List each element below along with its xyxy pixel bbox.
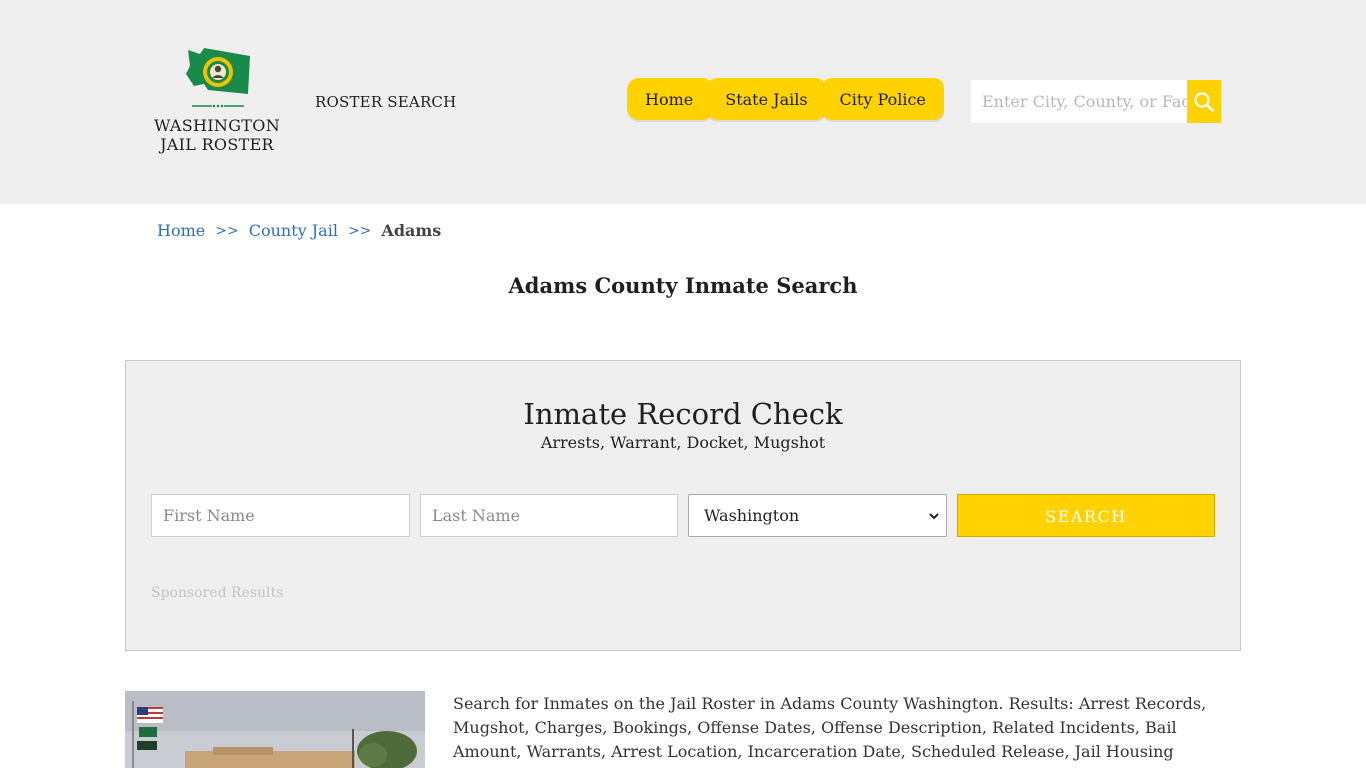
search-icon bbox=[1194, 91, 1214, 112]
site-search bbox=[971, 80, 1221, 123]
state-select[interactable]: Washington bbox=[688, 494, 947, 537]
logo-line-2: JAIL ROSTER bbox=[160, 135, 274, 154]
site-header: WASHINGTON JAIL ROSTER ROSTER SEARCH Hom… bbox=[0, 0, 1366, 204]
breadcrumb-separator: >> bbox=[215, 222, 239, 239]
breadcrumb: Home >> County Jail >> Adams bbox=[157, 221, 441, 240]
inmate-record-check-panel: Inmate Record Check Arrests, Warrant, Do… bbox=[125, 360, 1241, 651]
last-name-field[interactable] bbox=[420, 494, 678, 537]
page-title: Adams County Inmate Search bbox=[508, 273, 858, 298]
county-description: Search for Inmates on the Jail Roster in… bbox=[453, 694, 1207, 768]
sponsored-results-label: Sponsored Results bbox=[151, 585, 284, 601]
breadcrumb-county-jail[interactable]: County Jail bbox=[249, 221, 338, 240]
nav-city-police[interactable]: City Police bbox=[821, 78, 944, 120]
record-check-subtitle: Arrests, Warrant, Docket, Mugshot bbox=[540, 433, 826, 452]
nav-home[interactable]: Home bbox=[627, 78, 712, 120]
breadcrumb-current: Adams bbox=[381, 221, 442, 240]
site-search-input[interactable] bbox=[971, 80, 1187, 123]
record-search-button[interactable]: SEARCH bbox=[957, 494, 1215, 537]
main-nav: Home State Jails City Police bbox=[627, 78, 944, 120]
washington-state-flag-icon bbox=[186, 48, 250, 108]
jail-building-photo bbox=[125, 691, 425, 768]
chevron-down-icon bbox=[929, 513, 939, 520]
logo-text: WASHINGTON JAIL ROSTER bbox=[150, 116, 284, 154]
breadcrumb-home[interactable]: Home bbox=[157, 221, 205, 240]
logo-line-1: WASHINGTON bbox=[153, 116, 280, 135]
site-logo[interactable]: WASHINGTON JAIL ROSTER bbox=[150, 44, 284, 156]
roster-search-link[interactable]: ROSTER SEARCH bbox=[315, 93, 456, 111]
state-select-value: Washington bbox=[704, 506, 800, 525]
nav-state-jails[interactable]: State Jails bbox=[707, 78, 826, 120]
record-check-title: Inmate Record Check bbox=[523, 397, 843, 431]
first-name-field[interactable] bbox=[151, 494, 410, 537]
breadcrumb-separator: >> bbox=[347, 222, 372, 239]
site-search-button[interactable] bbox=[1187, 80, 1221, 123]
